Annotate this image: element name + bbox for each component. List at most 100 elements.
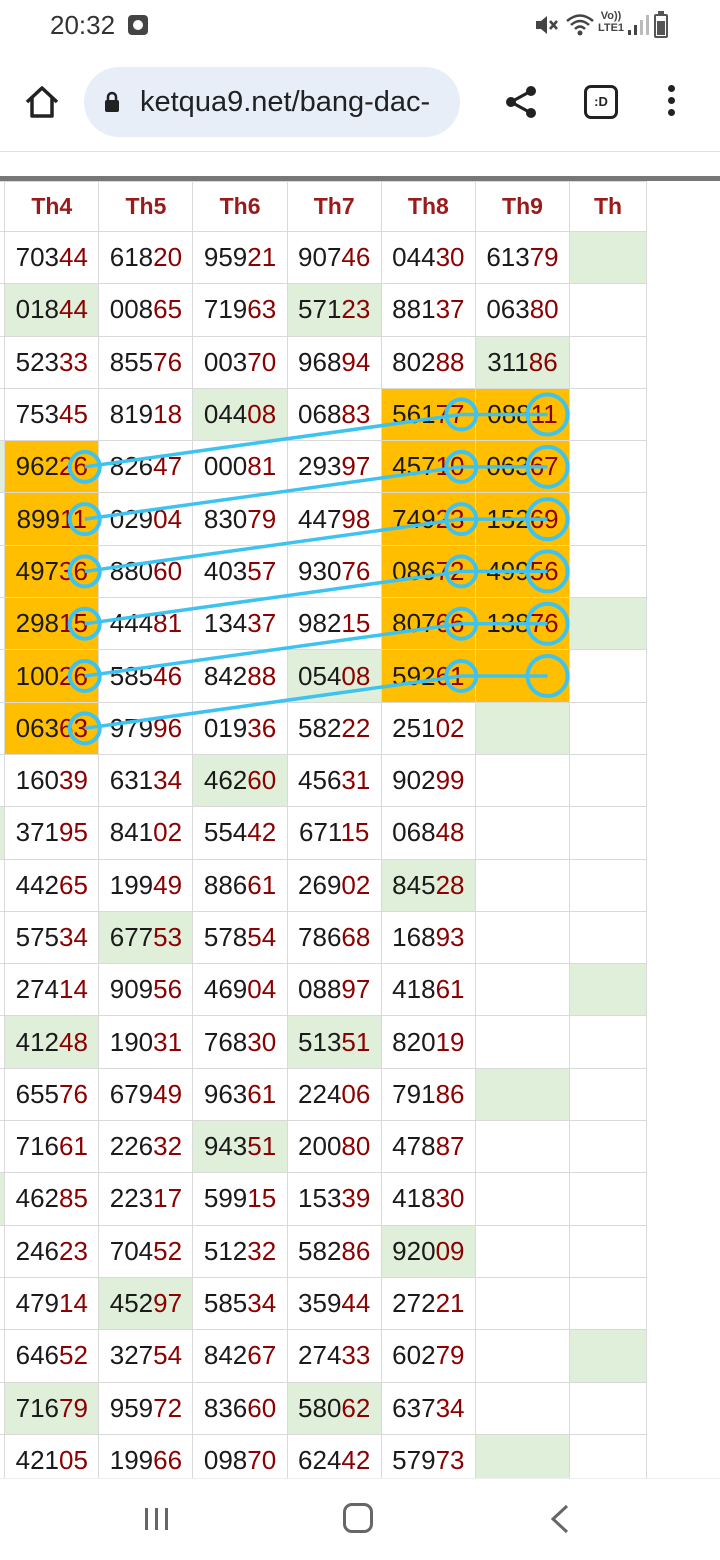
cell-tail-digits: 62 <box>341 1392 371 1423</box>
table-cell <box>569 597 647 651</box>
cell-tail-digits: 97 <box>341 451 371 482</box>
cell-head-digits: 447 <box>298 503 342 534</box>
table-cell: 06848 <box>380 806 476 860</box>
table-cell: 15339 <box>286 1172 382 1226</box>
table-row: 953719584102554426711506848 <box>0 806 647 860</box>
table-cell: 84288 <box>192 649 288 703</box>
share-icon[interactable] <box>504 84 538 120</box>
table-row: 37298154448113437982158076613876 <box>0 597 647 651</box>
cell-head-digits: 054 <box>298 660 342 691</box>
table-cell <box>569 1015 647 1069</box>
back-icon[interactable] <box>548 1503 572 1535</box>
table-cell <box>569 1433 647 1478</box>
cell-tail-digits: 06 <box>341 1078 371 1109</box>
cell-tail-digits: 99 <box>435 765 465 796</box>
cell-head-digits: 841 <box>109 817 154 848</box>
cell-head-digits: 963 <box>203 1078 248 1109</box>
cell-head-digits: 418 <box>392 1183 436 1214</box>
cell-tail-digits: 30 <box>435 242 465 273</box>
address-bar[interactable]: ketqua9.net/bang-dac- <box>84 67 460 137</box>
cell-head-digits: 554 <box>203 817 248 848</box>
table-cell: 00370 <box>192 335 288 389</box>
cell-tail-digits: 97 <box>153 1288 183 1319</box>
table-cell: 95921 <box>192 230 288 285</box>
cell-tail-digits: 39 <box>341 1183 371 1214</box>
cell-tail-digits: 79 <box>59 1392 88 1423</box>
table-cell: 31186 <box>474 335 571 389</box>
table-cell: 95972 <box>98 1381 194 1435</box>
cell-tail-digits: 52 <box>59 1340 88 1371</box>
cell-tail-digits: 42 <box>247 817 277 848</box>
cell-head-digits: 845 <box>392 869 436 900</box>
cell-tail-digits: 52 <box>153 1235 183 1266</box>
cell-head-digits: 063 <box>486 294 530 325</box>
table-cell: 98215 <box>286 597 382 651</box>
table-cell <box>474 1067 571 1122</box>
cell-tail-digits: 76 <box>341 555 371 586</box>
cell-head-digits: 585 <box>109 660 154 691</box>
table-cell: 46260 <box>192 753 288 808</box>
cell-tail-digits: 28 <box>435 869 465 900</box>
table-cell: 46904 <box>192 963 288 1017</box>
cell-head-digits: 298 <box>15 608 59 639</box>
cell-tail-digits: 44 <box>341 1288 371 1319</box>
cell-tail-digits: 15 <box>59 608 88 639</box>
home-icon[interactable] <box>22 82 62 122</box>
cell-head-digits: 807 <box>392 608 436 639</box>
table-cell: 49956 <box>474 544 571 599</box>
cell-head-digits: 293 <box>298 451 342 482</box>
table-cell: 71963 <box>192 283 288 337</box>
cell-head-digits: 246 <box>15 1235 59 1266</box>
cell-tail-digits: 79 <box>247 503 277 534</box>
tabs-icon[interactable]: :D <box>584 85 618 119</box>
table-cell: 61379 <box>474 230 571 285</box>
table-cell: 96894 <box>286 335 382 389</box>
cell-tail-digits: 34 <box>59 922 88 952</box>
recent-apps-icon[interactable] <box>143 1505 171 1533</box>
cell-tail-digits: 37 <box>247 608 277 639</box>
status-time: 20:32 <box>50 10 116 40</box>
cell-tail-digits: 14 <box>59 1288 88 1319</box>
table-cell: 26902 <box>286 858 382 912</box>
table-cell: 44798 <box>286 492 382 546</box>
cell-head-digits: 497 <box>15 555 59 586</box>
cell-tail-digits: 51 <box>341 1026 371 1057</box>
table-cell: 01936 <box>192 701 288 755</box>
cell-head-digits: 442 <box>15 869 59 900</box>
cell-head-digits: 063 <box>486 451 530 482</box>
table-cell: 32754 <box>98 1329 194 1383</box>
cell-tail-digits: 19 <box>435 1026 465 1057</box>
table-cell: 61820 <box>98 230 194 285</box>
table-cell: 37195 <box>4 806 100 860</box>
cell-head-digits: 618 <box>109 242 154 273</box>
cell-head-digits: 199 <box>109 869 154 900</box>
table-cell: 84528 <box>380 858 476 912</box>
url-text[interactable]: ketqua9.net/bang-dac- <box>140 86 430 119</box>
cell-head-digits: 098 <box>203 1444 248 1475</box>
cell-tail-digits: 44 <box>59 294 88 325</box>
system-nav-bar <box>0 1478 720 1560</box>
table-cell: 88137 <box>380 283 476 337</box>
table-cell: 13437 <box>192 597 288 651</box>
table-row: 9899110290483079447987492315269 <box>0 492 647 546</box>
more-vert-icon[interactable] <box>664 82 678 122</box>
cell-tail-digits: 37 <box>435 294 465 325</box>
table-cell: 89911 <box>4 492 100 546</box>
cell-head-digits: 791 <box>392 1078 436 1109</box>
cell-head-digits: 786 <box>298 922 342 952</box>
cell-tail-digits: 86 <box>341 1235 371 1266</box>
table-row: 77018440086571963571238813706380 <box>0 283 647 337</box>
cell-tail-digits: 23 <box>435 503 465 534</box>
cell-tail-digits: 66 <box>153 1444 183 1475</box>
home-nav-icon[interactable] <box>343 1503 373 1533</box>
cell-tail-digits: 76 <box>59 1078 88 1109</box>
results-table-container[interactable]: 3Th4Th5Th6Th7Th8Th9Th 927034461820959219… <box>0 152 720 1478</box>
cell-tail-digits: 48 <box>59 1026 88 1057</box>
table-cell: 67753 <box>98 910 194 965</box>
cell-tail-digits: 81 <box>247 451 277 482</box>
cell-head-digits: 962 <box>15 451 59 482</box>
table-cell: 57854 <box>192 910 288 965</box>
cell-head-digits: 585 <box>203 1288 248 1319</box>
table-cell: 41830 <box>380 1172 476 1226</box>
cell-tail-digits: 83 <box>341 399 371 430</box>
